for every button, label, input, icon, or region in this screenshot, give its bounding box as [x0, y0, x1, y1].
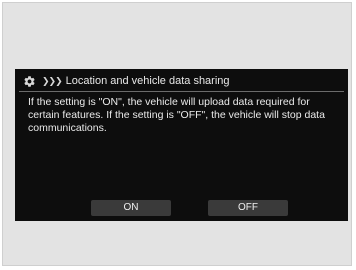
dialog-title: Location and vehicle data sharing [65, 75, 230, 87]
screenshot-frame: ❯❯❯ Location and vehicle data sharing If… [2, 2, 352, 266]
gear-icon [23, 75, 36, 88]
header-divider [19, 91, 344, 92]
dialog-header: ❯❯❯ Location and vehicle data sharing [23, 73, 230, 89]
infotainment-screen: ❯❯❯ Location and vehicle data sharing If… [15, 69, 348, 221]
chevron-right-icon: ❯❯❯ [42, 75, 63, 86]
dialog-message: If the setting is "ON", the vehicle will… [28, 96, 325, 134]
off-button[interactable]: OFF [208, 200, 288, 216]
on-button[interactable]: ON [91, 200, 171, 216]
